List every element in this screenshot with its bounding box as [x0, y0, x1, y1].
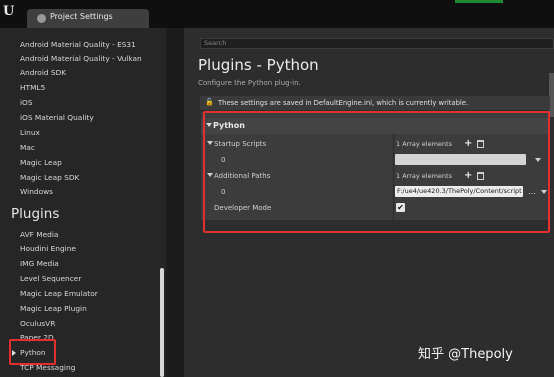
unreal-engine-logo-icon: U [3, 4, 15, 19]
tab-label: Project Settings [50, 12, 113, 21]
sidebar-item-magic-leap[interactable]: Magic Leap [20, 158, 62, 167]
main-scrollbar[interactable] [549, 73, 554, 117]
settings-highlight-box [203, 111, 550, 233]
settings-icon [37, 14, 46, 23]
sidebar-item-ios-material-quality[interactable]: iOS Material Quality [20, 113, 94, 122]
watermark: 知乎 @Thepoly [418, 347, 513, 362]
page-title: Plugins - Python [198, 56, 319, 74]
sidebar-item-android-material-quality-vulkan[interactable]: Android Material Quality - Vulkan [20, 54, 142, 63]
sidebar-item-android-material-quality-es31[interactable]: Android Material Quality - ES31 [20, 40, 136, 49]
sidebar-item-magic-leap-emulator[interactable]: Magic Leap Emulator [20, 289, 98, 298]
sidebar-item-avf-media[interactable]: AVF Media [20, 230, 58, 239]
plugins-heading: Plugins [11, 206, 60, 222]
sidebar-item-ios[interactable]: iOS [20, 98, 33, 107]
sidebar-item-img-media[interactable]: IMG Media [20, 259, 59, 268]
sidebar-item-oculusvr[interactable]: OculusVR [20, 319, 55, 328]
window-titlebar: U Project Settings [0, 0, 554, 28]
sidebar-item-windows[interactable]: Windows [20, 187, 53, 196]
search-input[interactable]: Search [200, 38, 554, 49]
sidebar-item-level-sequencer[interactable]: Level Sequencer [20, 274, 81, 283]
sidebar-item-linux[interactable]: Linux [20, 128, 40, 137]
splitter[interactable] [166, 28, 184, 377]
sidebar-item-mac[interactable]: Mac [20, 143, 35, 152]
tab-project-settings[interactable]: Project Settings [27, 9, 149, 28]
settings-sidebar: Android Material Quality - ES31 Android … [0, 28, 166, 377]
sidebar-item-magic-leap-sdk[interactable]: Magic Leap SDK [20, 173, 79, 182]
sidebar-item-magic-leap-plugin[interactable]: Magic Leap Plugin [20, 304, 87, 313]
sidebar-item-houdini-engine[interactable]: Houdini Engine [20, 244, 76, 253]
writable-notice: 🔓 These settings are saved in DefaultEng… [200, 96, 550, 110]
page-subtitle: Configure the Python plug-in. [198, 79, 301, 87]
sidebar-item-android-sdk[interactable]: Android SDK [20, 68, 66, 77]
notice-text: These settings are saved in DefaultEngin… [218, 99, 469, 107]
titlebar-accent [455, 0, 503, 3]
sidebar-scrollbar[interactable] [160, 268, 164, 377]
sidebar-item-html5[interactable]: HTML5 [20, 83, 45, 92]
unlock-icon: 🔓 [205, 98, 214, 106]
settings-main-panel: Search Plugins - Python Configure the Py… [184, 28, 554, 377]
python-highlight-box [9, 339, 56, 365]
